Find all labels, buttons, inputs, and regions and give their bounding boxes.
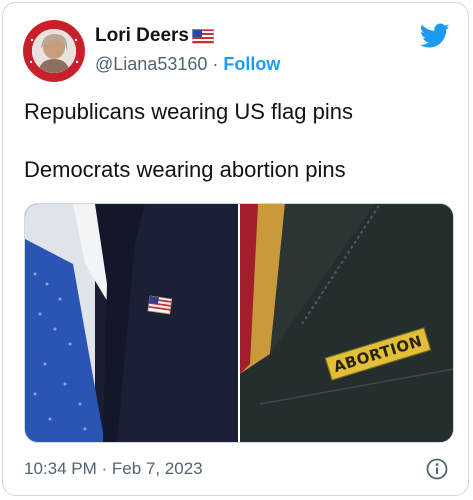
tweet-text: Republicans wearing US flag pins Democra…: [24, 97, 353, 185]
photo-flag-pin[interactable]: [25, 204, 238, 442]
us-flag-emoji-icon: [191, 28, 214, 44]
author-display-name[interactable]: Lori Deers: [95, 25, 189, 47]
info-icon[interactable]: [426, 458, 448, 480]
follow-button[interactable]: Follow: [223, 54, 280, 74]
suit-with-abortion-pin-image: [240, 204, 453, 442]
author-name-row[interactable]: Lori Deers: [95, 25, 214, 47]
tweet-line-1: Republicans wearing US flag pins: [24, 99, 353, 124]
avatar-photo: [32, 29, 76, 73]
tweet-card: Lori Deers @Liana53160 · Follow Republic…: [2, 2, 469, 496]
author-handle[interactable]: @Liana53160: [95, 54, 207, 74]
tweet-line-2: Democrats wearing abortion pins: [24, 157, 346, 182]
tweet-media[interactable]: ABORTION: [24, 203, 454, 443]
author-handle-row: @Liana53160 · Follow: [95, 53, 280, 75]
suit-with-flag-pin-image: [25, 204, 238, 442]
avatar[interactable]: [23, 20, 85, 82]
photo-abortion-pin[interactable]: ABORTION: [240, 204, 453, 442]
handle-separator: ·: [212, 54, 219, 74]
profile-photo-icon: [32, 29, 76, 73]
twitter-bird-icon[interactable]: [420, 23, 450, 49]
tweet-timestamp[interactable]: 10:34 PM · Feb 7, 2023: [24, 459, 203, 479]
